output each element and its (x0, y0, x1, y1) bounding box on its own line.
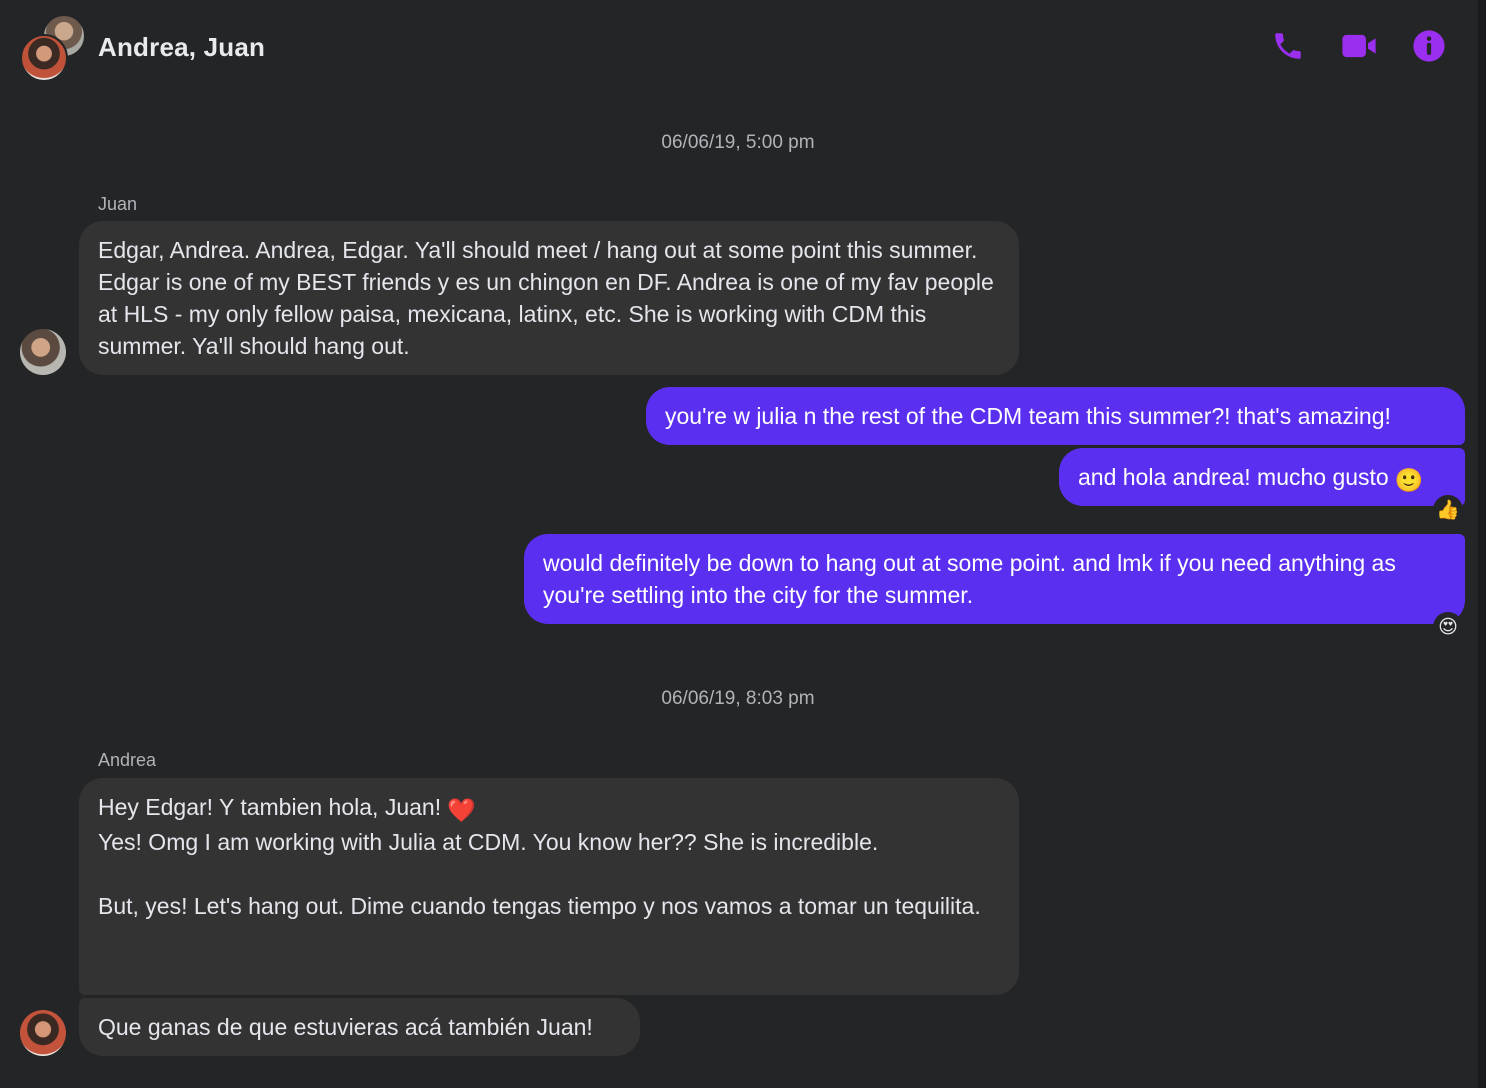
red-heart-emoji: ❤️ (447, 797, 476, 823)
sender-name: Andrea (98, 750, 157, 770)
window-edge (1478, 0, 1486, 1088)
message-bubble-incoming[interactable]: Edgar, Andrea. Andrea, Edgar. Ya'll shou… (79, 221, 1019, 375)
heart-eyes-reaction[interactable]: 😍 (1433, 612, 1463, 642)
video-camera-icon (1342, 34, 1376, 58)
message-bubble-outgoing[interactable]: you're w julia n the rest of the CDM tea… (646, 387, 1465, 445)
avatar-andrea-small (20, 34, 68, 82)
chat-window: Andrea, Juan 06/06/19, 5:00 pm Juan Edga… (0, 0, 1478, 1088)
message-bubble-outgoing[interactable]: and hola andrea! mucho gusto 🙂 (1059, 448, 1465, 506)
smiling-face-emoji: 🙂 (1394, 467, 1424, 493)
message-bubble-incoming[interactable]: Que ganas de que estuvieras acá también … (79, 998, 640, 1056)
audio-call-button[interactable] (1270, 28, 1306, 64)
conversation-title[interactable]: Andrea, Juan (98, 32, 265, 63)
message-text: Yes! Omg I am working with Julia at CDM.… (98, 829, 981, 919)
avatar-andrea[interactable] (20, 1010, 66, 1056)
phone-icon (1275, 33, 1301, 59)
group-avatar[interactable] (20, 14, 86, 82)
sender-name: Juan (98, 194, 138, 214)
conversation-info-button[interactable] (1411, 28, 1447, 64)
message-text: Hey Edgar! Y tambien hola, Juan! (98, 794, 442, 820)
message-text: and hola andrea! mucho gusto (1078, 464, 1389, 490)
message-timestamp: 06/06/19, 8:03 pm (661, 688, 815, 709)
video-call-button[interactable] (1341, 28, 1377, 64)
conversation-header: Andrea, Juan (0, 0, 1478, 96)
avatar-juan[interactable] (20, 329, 66, 375)
thumbs-up-reaction[interactable]: 👍 (1433, 495, 1463, 525)
message-bubble-incoming[interactable]: Hey Edgar! Y tambien hola, Juan! ❤️ Yes! … (79, 778, 1019, 995)
message-timestamp: 06/06/19, 5:00 pm (661, 132, 815, 153)
info-icon (1413, 30, 1445, 62)
message-bubble-outgoing[interactable]: would definitely be down to hang out at … (524, 534, 1465, 624)
